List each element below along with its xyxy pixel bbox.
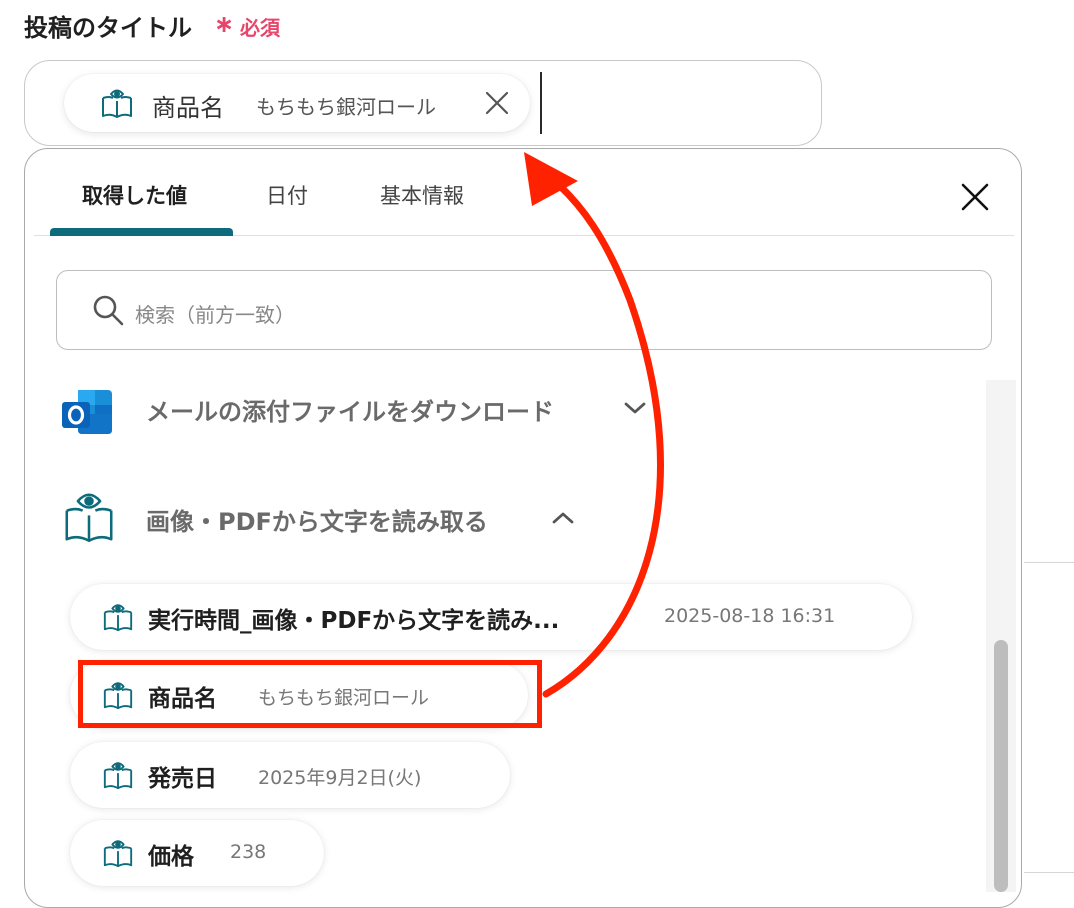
annotation-arrow bbox=[524, 152, 664, 698]
